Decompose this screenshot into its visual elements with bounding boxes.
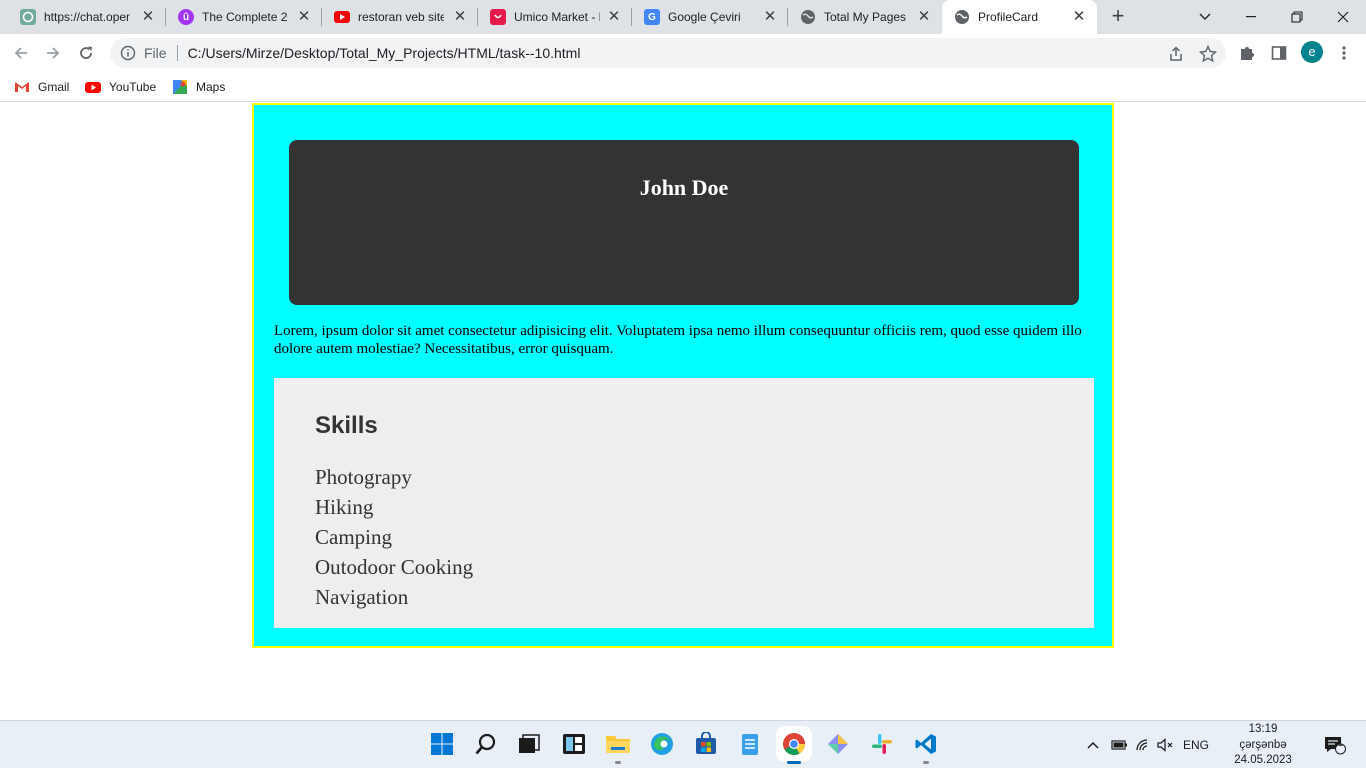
restore-button[interactable] — [1274, 0, 1320, 34]
store-icon[interactable] — [693, 731, 719, 757]
skill-item: Hiking — [315, 495, 374, 519]
tab-google-translate[interactable]: G Google Çeviri ✕ — [632, 0, 788, 34]
tab-udemy[interactable]: û The Complete 20 ✕ — [166, 0, 322, 34]
extensions-puzzle-icon[interactable] — [1237, 43, 1257, 63]
close-window-button[interactable] — [1320, 0, 1366, 34]
clock-date: 24.05.2023 — [1234, 754, 1292, 766]
youtube-icon — [85, 82, 101, 93]
globe-icon — [800, 9, 816, 25]
back-button[interactable] — [8, 40, 34, 66]
windows-taskbar: ENG 13:19 çərşənbə 24.05.2023 1 — [0, 720, 1366, 768]
chrome-icon[interactable] — [781, 731, 807, 764]
tab-umico[interactable]: Umico Market - E ✕ — [478, 0, 632, 34]
profile-name: John Doe — [639, 175, 729, 200]
maps-icon — [173, 80, 187, 94]
close-tab-icon[interactable]: ✕ — [140, 9, 156, 25]
skills-section: Skills Photograpy Hiking Camping Outodoo… — [274, 378, 1094, 628]
tab-title: restoran veb site — [358, 10, 444, 24]
close-tab-icon[interactable]: ✕ — [1071, 9, 1087, 25]
chatgpt-icon — [20, 9, 36, 25]
skill-item: Outodoor Cooking — [315, 555, 474, 579]
bookmarks-bar: Gmail YouTube Maps — [0, 72, 1366, 102]
reload-button[interactable] — [73, 40, 99, 66]
tab-title: Total My Pages — [824, 10, 907, 24]
file-explorer-icon[interactable] — [605, 731, 631, 764]
tab-youtube[interactable]: restoran veb site ✕ — [322, 0, 478, 34]
tab-title: Google Çeviri — [668, 10, 741, 24]
show-hidden-icons-icon[interactable] — [1086, 721, 1100, 769]
skill-item: Photograpy — [315, 465, 412, 489]
start-windows-icon[interactable] — [429, 731, 455, 757]
notification-count: 1 — [1338, 738, 1344, 748]
task-view-icon[interactable] — [516, 731, 542, 757]
close-tab-icon[interactable]: ✕ — [606, 9, 622, 25]
vscode-icon[interactable] — [913, 731, 939, 764]
forward-button[interactable] — [40, 40, 66, 66]
clock-day: çərşənbə — [1239, 738, 1287, 751]
profile-card: John Doe Lorem, ipsum dolor sit amet con… — [252, 103, 1114, 648]
info-icon[interactable] — [120, 45, 136, 61]
skills-heading: Skills — [315, 412, 378, 439]
volume-muted-icon[interactable] — [1157, 721, 1175, 769]
language-indicator[interactable]: ENG — [1183, 721, 1209, 769]
close-tab-icon[interactable]: ✕ — [916, 9, 932, 25]
new-tab-button[interactable]: + — [1106, 5, 1130, 29]
notepad-icon[interactable] — [737, 731, 763, 757]
profile-header: John Doe — [289, 140, 1079, 305]
search-icon[interactable] — [473, 731, 499, 757]
youtube-icon — [334, 11, 350, 23]
edge-icon[interactable] — [649, 731, 675, 757]
tab-title: ProfileCard — [978, 10, 1039, 24]
wifi-icon[interactable] — [1135, 721, 1151, 769]
gmail-icon — [15, 82, 29, 92]
browser-toolbar: File C:/Users/Mirze/Desktop/Total_My_Pro… — [0, 34, 1366, 72]
slack-icon[interactable] — [869, 731, 895, 757]
bookmark-label: YouTube — [109, 80, 157, 94]
tab-total-my-pages[interactable]: Total My Pages ✕ — [788, 0, 942, 34]
bookmark-label: Maps — [196, 80, 226, 94]
bookmark-youtube[interactable]: YouTube — [85, 77, 156, 97]
skills-list: Photograpy Hiking Camping Outodoor Cooki… — [315, 462, 473, 612]
profile-bio: Lorem, ipsum dolor sit amet consectetur … — [274, 323, 1082, 357]
tab-search-icon[interactable] — [1182, 0, 1228, 34]
close-tab-icon[interactable]: ✕ — [452, 9, 468, 25]
umico-icon — [490, 9, 506, 25]
tab-title: https://chat.open — [44, 10, 130, 24]
close-tab-icon[interactable]: ✕ — [762, 9, 778, 25]
minimize-button[interactable] — [1228, 0, 1274, 34]
google-translate-icon: G — [644, 9, 660, 25]
close-tab-icon[interactable]: ✕ — [296, 9, 312, 25]
page-viewport: John Doe Lorem, ipsum dolor sit amet con… — [0, 103, 1366, 720]
system-clock[interactable]: 13:19 çərşənbə 24.05.2023 — [1226, 721, 1300, 769]
bookmark-maps[interactable]: Maps — [172, 77, 225, 97]
url-text[interactable]: C:/Users/Mirze/Desktop/Total_My_Projects… — [188, 45, 581, 61]
widgets-icon[interactable] — [561, 731, 587, 757]
globe-icon — [954, 9, 970, 25]
tab-title: The Complete 20 — [202, 10, 288, 24]
bookmark-label: Gmail — [38, 80, 70, 94]
udemy-icon: û — [178, 9, 194, 25]
battery-icon[interactable] — [1110, 721, 1128, 769]
share-icon[interactable] — [1167, 45, 1185, 63]
tab-title: Umico Market - E — [514, 10, 600, 24]
skill-item: Camping — [315, 525, 392, 549]
tab-chatgpt[interactable]: https://chat.open ✕ — [8, 0, 166, 34]
bookmark-gmail[interactable]: Gmail — [14, 77, 69, 97]
clock-time: 13:19 — [1248, 723, 1278, 735]
skill-item: Navigation — [315, 585, 409, 609]
url-scheme-label: File — [144, 45, 167, 61]
kebab-menu-icon[interactable] — [1334, 43, 1354, 63]
profile-avatar[interactable]: e — [1301, 41, 1323, 63]
side-panel-icon[interactable] — [1269, 43, 1289, 63]
bookmark-star-icon[interactable] — [1199, 45, 1217, 63]
address-bar[interactable]: File C:/Users/Mirze/Desktop/Total_My_Pro… — [110, 38, 1226, 68]
tab-profilecard[interactable]: ProfileCard ✕ — [942, 0, 1097, 34]
git-client-icon[interactable] — [825, 731, 851, 757]
tab-strip: https://chat.open ✕ û The Complete 20 ✕ … — [0, 0, 1366, 34]
notification-center-icon[interactable]: 1 — [1323, 721, 1347, 769]
